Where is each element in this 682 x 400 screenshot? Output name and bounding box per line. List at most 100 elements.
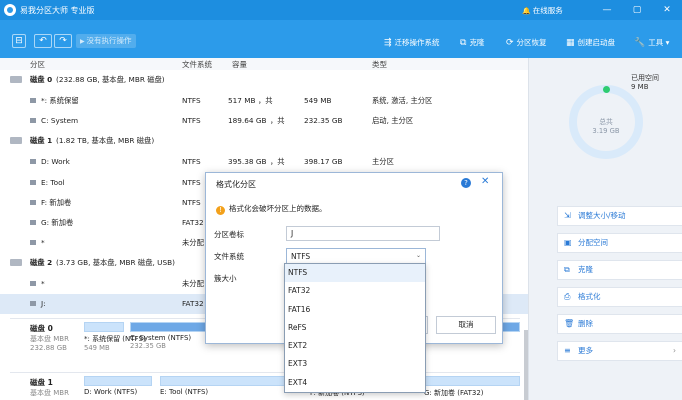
wrench-icon: 🔧 [634,38,646,48]
action-label: 克隆 [578,265,593,274]
partition-icon [30,159,36,164]
partition-sep: ，共 [270,116,285,125]
format-button[interactable]: ⎙ 格式化 [557,287,682,307]
volume-label-input[interactable]: J [286,226,440,241]
map-bar [160,376,300,386]
help-icon[interactable]: ? [461,178,471,188]
close-window-button[interactable]: ✕ [660,3,674,17]
cancel-button[interactable]: 取消 [436,316,496,334]
filesystem-dropdown-list: NTFS FAT32 FAT16 ReFS EXT2 EXT3 EXT4 [284,263,426,393]
partition-name: * [41,279,45,288]
filesystem-option[interactable]: ReFS [285,319,425,337]
total-space-value: 3.19 GB [592,127,620,135]
map-segment[interactable]: *: 系统保留 (NTFS) 549 MB [84,322,146,352]
allocate-space-button[interactable]: ▣ 分配空间 [557,233,682,253]
disk-name: 磁盘 1 [30,136,53,145]
create-bootable-button[interactable]: ▦ 创建启动盘 [566,37,615,48]
partition-recovery-button[interactable]: ⟳ 分区恢复 [506,37,547,48]
col-filesystem: 文件系统 [182,60,212,69]
clone-partition-button[interactable]: ⧉ 克隆 [557,260,682,280]
minimize-button[interactable]: — [600,3,614,17]
col-partition: 分区 [30,60,45,69]
migrate-os-button[interactable]: ⇶ 迁移操作系统 [384,37,440,48]
disk-icon [10,76,22,83]
create-bootable-label: 创建启动盘 [577,38,616,47]
disk-detail: (232.88 GB, 基本盘, MBR 磁盘) [56,75,165,84]
clone-button[interactable]: ⧉ 克隆 [460,37,484,48]
redo-icon[interactable]: ↷ [54,34,72,48]
undo-icon[interactable]: ↶ [34,34,52,48]
used-space-marker [603,86,610,93]
resize-move-button[interactable]: ⇲ 调整大小/移动 [557,206,682,226]
table-row[interactable]: *: 系统保留 NTFS 517 MB ，共 549 MB 系统, 激活, 主分… [0,91,528,111]
partition-fs: 未分配 [182,279,204,288]
disk-row[interactable]: 磁盘 1 (1.82 TB, 基本盘, MBR 磁盘) [0,131,528,151]
delete-button[interactable]: 🗑 删除 [557,314,682,334]
execute-operations-button[interactable]: 没有执行操作 [76,34,136,48]
segment-name: E: Tool (NTFS) [160,388,209,396]
partition-fs: FAT32 [182,218,204,227]
map-bar [424,376,520,386]
recovery-icon: ⟳ [506,38,514,48]
disk-row[interactable]: 磁盘 0 (232.88 GB, 基本盘, MBR 磁盘) [0,70,528,90]
filesystem-label: 文件系统 [214,252,244,261]
disk-name: 磁盘 0 [30,75,53,84]
partition-fs: NTFS [182,96,201,105]
partition-recovery-label: 分区恢复 [516,38,547,47]
map-segment[interactable]: G: 新加卷 (FAT32) [424,376,520,400]
table-row[interactable]: C: System NTFS 189.64 GB ，共 232.35 GB 启动… [0,111,528,131]
filesystem-option[interactable]: EXT3 [285,355,425,373]
partition-sep: ，共 [270,157,285,166]
map-bar [84,376,152,386]
disk-map-1[interactable]: 磁盘 1 基本盘 MBR D: Work (NTFS) E: Tool (NTF… [10,372,520,400]
migrate-icon: ⇶ [384,38,392,48]
disk-detail: (3.73 GB, 基本盘, MBR 磁盘, USB) [56,258,175,267]
table-header: 分区 文件系统 容量 类型 [0,58,528,70]
filesystem-option[interactable]: NTFS [285,264,425,283]
tools-label: 工具 [648,38,664,47]
partition-icon [30,240,36,245]
filesystem-option[interactable]: FAT16 [285,301,425,319]
allocate-icon: ▣ [564,238,572,247]
resize-icon: ⇲ [564,211,571,220]
table-row[interactable]: D: Work NTFS 395.38 GB ，共 398.17 GB 主分区 [0,152,528,172]
partition-type: 主分区 [372,157,394,166]
partition-name: C: System [41,116,79,125]
filesystem-option[interactable]: FAT32 [285,282,425,300]
col-type: 类型 [372,60,387,69]
usb-disk-icon [10,259,22,266]
menu-icon[interactable]: ⊟ [12,34,26,48]
format-icon: ⎙ [564,292,571,301]
disk-map-label: 磁盘 1 [30,378,53,387]
action-label: 更多 [578,346,593,355]
online-service-link[interactable]: 在线服务 [522,5,563,16]
disk-map-size: 232.88 GB [30,344,67,352]
more-button[interactable]: ≡ 更多 › [557,341,682,361]
filesystem-select[interactable]: NTFS ⌄ [286,248,426,264]
map-segment[interactable]: D: Work (NTFS) [84,376,152,400]
clone-icon: ⧉ [564,265,570,274]
partition-used: 395.38 GB [228,157,267,166]
disk-map-type: 基本盘 MBR [30,335,69,343]
maximize-button[interactable]: ▢ [630,3,644,17]
col-capacity: 容量 [232,60,247,69]
tools-menu[interactable]: 🔧 工具 ▾ [634,37,669,48]
partition-total: 232.35 GB [304,116,343,125]
clone-icon: ⧉ [460,38,467,48]
clone-label: 克隆 [469,38,485,47]
trash-icon: 🗑 [564,319,575,328]
bootable-icon: ▦ [566,38,575,48]
warning-icon: ! [216,206,225,215]
partition-name: J: [41,299,46,308]
close-icon[interactable]: ✕ [481,176,489,187]
map-segment[interactable]: E: Tool (NTFS) [160,376,300,400]
segment-name: D: Work (NTFS) [84,388,138,396]
segment-name: *: 系统保留 (NTFS) [84,335,146,343]
filesystem-option[interactable]: EXT2 [285,337,425,355]
partition-used: 189.64 GB [228,116,267,125]
filesystem-option[interactable]: EXT4 [285,374,425,392]
disk-map-type: 基本盘 MBR [30,389,69,397]
more-icon: ≡ [564,346,571,355]
toolbar: ⊟ ↶ ↷ 没有执行操作 ⇶迁移操作系统 ⧉克隆 ⟳分区恢复 ▦创建启动盘 🔧工… [0,20,682,58]
partition-name: F: 新加卷 [41,198,72,207]
